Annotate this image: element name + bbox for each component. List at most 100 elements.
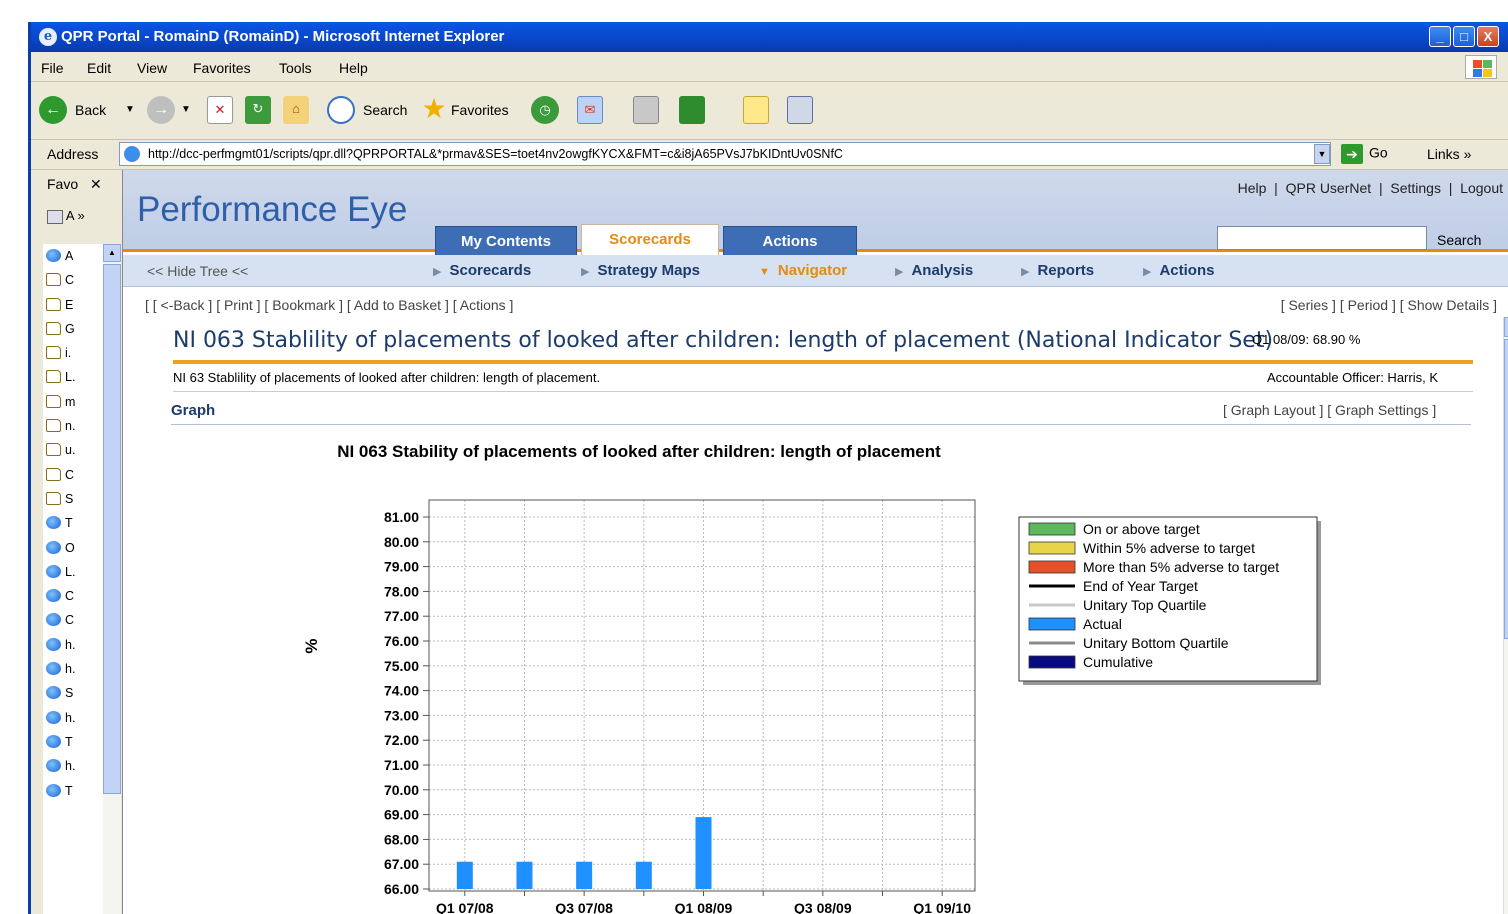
minimize-button[interactable]: _ [1429, 26, 1451, 47]
refresh-icon[interactable]: ↻ [245, 96, 271, 124]
menu-view[interactable]: View [137, 60, 167, 76]
forward-arrow-icon[interactable]: → [147, 96, 175, 124]
page-scrollbar[interactable]: ▲ [1503, 317, 1508, 914]
title-bar[interactable]: e QPR Portal - RomainD (RomainD) - Micro… [31, 22, 1508, 52]
links-button[interactable]: Links » [1427, 146, 1471, 162]
tab-actions[interactable]: Actions [723, 226, 857, 256]
stop-icon[interactable]: ✕ [207, 96, 233, 124]
menu-edit[interactable]: Edit [87, 60, 111, 76]
subnav-strategy-maps-label: Strategy Maps [597, 262, 701, 279]
maximize-button[interactable]: □ [1453, 26, 1475, 47]
folder-icon [46, 273, 61, 287]
favorites-item[interactable]: m [43, 390, 103, 414]
scroll-thumb[interactable] [103, 264, 121, 794]
usernet-link[interactable]: QPR UserNet [1286, 180, 1372, 196]
folder-icon [46, 297, 61, 311]
logout-link[interactable]: Logout [1460, 180, 1503, 196]
back-arrow-icon[interactable]: ← [39, 96, 67, 124]
favorites-close-icon[interactable]: ✕ [90, 176, 102, 192]
favorites-item[interactable]: T [43, 779, 103, 803]
legend-label: On or above target [1083, 521, 1200, 537]
favorites-item[interactable]: S [43, 681, 103, 705]
back-dropdown-icon[interactable]: ▼ [125, 92, 135, 128]
search-button[interactable]: Search [363, 92, 407, 128]
view-links[interactable]: [ Series ] [ Period ] [ Show Details ] [1281, 297, 1497, 313]
favorites-item[interactable]: h. [43, 754, 103, 778]
favorites-item[interactable]: C [43, 463, 103, 487]
menu-file[interactable]: File [41, 60, 64, 76]
address-dropdown-icon[interactable]: ▼ [1314, 144, 1330, 164]
legend-label: More than 5% adverse to target [1083, 559, 1279, 575]
search-input[interactable] [1217, 226, 1427, 250]
legend-label: Cumulative [1083, 654, 1153, 670]
favorites-item[interactable]: C [43, 268, 103, 292]
go-button[interactable]: ➔ Go [1341, 144, 1388, 164]
scroll-thumb[interactable] [1504, 339, 1508, 639]
notes-icon[interactable] [743, 96, 769, 124]
address-input[interactable]: http://dcc-perfmgmt01/scripts/qpr.dll?QP… [119, 142, 1331, 166]
subnav-analysis[interactable]: ▶ Analysis [895, 262, 973, 279]
favorites-item[interactable]: S [43, 487, 103, 511]
x-tick-label: Q1 08/09 [675, 900, 733, 914]
favorites-item[interactable]: L. [43, 365, 103, 389]
mail-icon[interactable]: ✉ [577, 96, 603, 124]
favorites-item[interactable]: C [43, 608, 103, 632]
ie-page-icon [46, 637, 61, 651]
home-icon[interactable]: ⌂ [283, 96, 309, 124]
legend-swatch [1028, 617, 1076, 631]
subnav-actions[interactable]: ▶ Actions [1143, 262, 1214, 279]
scroll-up-icon[interactable]: ▲ [1504, 317, 1508, 337]
favorites-scrollbar[interactable]: ▲ [103, 244, 121, 914]
favorites-item[interactable]: i. [43, 341, 103, 365]
edit-icon[interactable] [679, 96, 705, 124]
favorites-item[interactable]: h. [43, 706, 103, 730]
favorites-item[interactable]: C [43, 584, 103, 608]
folder-icon [46, 346, 61, 360]
organize-icon[interactable] [47, 209, 63, 224]
top-links: Help | QPR UserNet | Settings | Logout [1237, 180, 1503, 196]
favorites-item[interactable]: A [43, 244, 103, 268]
favorites-item[interactable]: n. [43, 414, 103, 438]
hide-tree-link[interactable]: << Hide Tree << [147, 263, 248, 279]
settings-link[interactable]: Settings [1390, 180, 1441, 196]
search-icon[interactable] [327, 96, 355, 124]
history-icon[interactable]: ◷ [531, 96, 559, 124]
search-button[interactable]: Search [1437, 232, 1481, 248]
favorites-item[interactable]: T [43, 730, 103, 754]
back-button[interactable]: Back [75, 92, 106, 128]
chevron-right-icon: ▶ [1143, 266, 1152, 278]
scroll-up-icon[interactable]: ▲ [103, 244, 121, 262]
y-tick-label: 70.00 [384, 782, 419, 798]
favorites-item[interactable]: T [43, 511, 103, 535]
print-icon[interactable] [633, 96, 659, 124]
favorites-button[interactable]: Favorites [451, 92, 509, 128]
close-button[interactable]: X [1477, 26, 1499, 47]
tab-scorecards[interactable]: Scorecards [581, 224, 719, 256]
tab-my-contents[interactable]: My Contents [435, 226, 577, 256]
favorites-item[interactable]: O [43, 536, 103, 560]
forward-dropdown-icon[interactable]: ▼ [181, 92, 191, 128]
favorites-item[interactable]: E [43, 293, 103, 317]
favorites-item[interactable]: u. [43, 438, 103, 462]
favorites-item[interactable]: G [43, 317, 103, 341]
help-link[interactable]: Help [1238, 180, 1267, 196]
subnav-strategy-maps[interactable]: ▶ Strategy Maps [581, 262, 700, 279]
favorites-add-label[interactable]: A [66, 208, 74, 223]
ie-page-icon [46, 783, 61, 797]
menu-help[interactable]: Help [339, 60, 368, 76]
subnav-reports[interactable]: ▶ Reports [1021, 262, 1094, 279]
ie-page-icon [46, 759, 61, 773]
favorites-item[interactable]: h. [43, 633, 103, 657]
messenger-icon[interactable] [787, 96, 813, 124]
favorites-item[interactable]: L. [43, 560, 103, 584]
favorites-item-label: i. [65, 346, 72, 361]
favorites-item[interactable]: h. [43, 657, 103, 681]
subnav-scorecards[interactable]: ▶ Scorecards [433, 262, 531, 279]
favorites-star-icon[interactable]: ★ [421, 95, 447, 124]
action-links[interactable]: [ [ <-Back ] [ Print ] [ Bookmark ] [ Ad… [145, 297, 513, 313]
menu-favorites[interactable]: Favorites [193, 60, 251, 76]
chart-y-ticks: 81.00 80.00 79.00 78.00 77.00 76.00 75.00 74.00… [384, 509, 429, 897]
subnav-navigator[interactable]: ▼ Navigator [759, 262, 847, 279]
menu-tools[interactable]: Tools [279, 60, 312, 76]
legend-label: Within 5% adverse to target [1083, 540, 1255, 556]
